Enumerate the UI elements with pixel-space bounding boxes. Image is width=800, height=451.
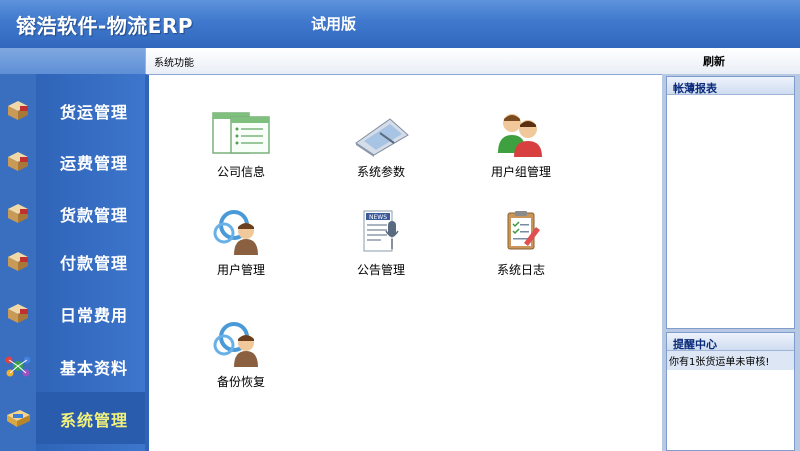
log-clipboard-icon: [507, 211, 540, 250]
sidebar-item-label: 日常费用: [60, 306, 129, 325]
sidebar-item-label: 系统管理: [60, 411, 129, 430]
company-info-button[interactable]: 公司信息: [191, 111, 291, 183]
reminder-title: 提醒中心: [667, 333, 794, 351]
box-icon: [8, 101, 28, 120]
box-icon: [8, 304, 28, 323]
user-management-button[interactable]: 用户管理: [191, 209, 291, 281]
app-title: 镕浩软件-物流ERP: [16, 14, 194, 38]
function-label: 系统参数: [356, 165, 405, 179]
box-icon: [8, 204, 28, 223]
reports-panel: 帐薄报表: [666, 76, 795, 329]
sidebar-item-payment-receivable[interactable]: 货款管理: [0, 187, 145, 239]
announcement-button[interactable]: NEWS 公告管理: [331, 209, 431, 281]
system-params-icon: [355, 118, 409, 157]
sidebar-item-label: 货款管理: [60, 206, 129, 225]
content-title-bar: 系统功能 刷新: [145, 48, 800, 74]
function-label: 系统日志: [496, 263, 545, 277]
edition-label: 试用版: [311, 15, 357, 33]
system-log-button[interactable]: 系统日志: [471, 209, 571, 281]
user-group-icon: [498, 114, 542, 157]
right-panel: 帐薄报表 提醒中心 你有1张货运单未审核!: [662, 74, 800, 451]
function-label: 备份恢复: [216, 375, 265, 389]
sidebar-item-label: 货运管理: [60, 103, 129, 122]
content-title: 系统功能: [154, 58, 194, 69]
sidebar-item-system-management[interactable]: 系统管理: [0, 392, 145, 444]
function-label: 公告管理: [356, 263, 405, 277]
backup-user-icon: [213, 322, 258, 367]
news-mic-icon: NEWS: [363, 210, 399, 252]
sidebar-item-freight[interactable]: 货运管理: [0, 84, 145, 136]
sidebar-top-strip: [0, 48, 145, 74]
sidebar-item-label: 运费管理: [60, 154, 129, 173]
backup-restore-button[interactable]: 备份恢复: [191, 321, 291, 393]
monitor-icon: [7, 410, 30, 427]
refresh-button[interactable]: 刷新: [703, 53, 725, 69]
network-icon: [5, 356, 31, 377]
reminder-panel: 提醒中心 你有1张货运单未审核!: [666, 332, 795, 451]
function-label: 公司信息: [216, 165, 265, 179]
user-icon: [213, 210, 258, 255]
svg-text:NEWS: NEWS: [369, 214, 387, 221]
sidebar-item-freight-fee[interactable]: 运费管理: [0, 135, 145, 187]
function-label: 用户组管理: [490, 165, 551, 179]
function-panel: 公司信息 系统参数 用户组管理 用户管理 NEWS 公告管理 系统日志 备份恢复: [145, 74, 662, 451]
box-icon: [8, 252, 28, 271]
user-group-button[interactable]: 用户组管理: [471, 111, 571, 183]
sidebar-item-payment[interactable]: 付款管理: [0, 235, 145, 287]
sidebar-item-daily-expenses[interactable]: 日常费用: [0, 287, 145, 339]
app-header: 镕浩软件-物流ERP 试用版: [0, 0, 800, 48]
reports-title: 帐薄报表: [667, 77, 794, 95]
sidebar-item-label: 基本资料: [60, 359, 129, 378]
system-params-button[interactable]: 系统参数: [331, 111, 431, 183]
company-info-icon: [212, 112, 270, 154]
sidebar-item-label: 付款管理: [60, 254, 129, 273]
sidebar-item-basic-data[interactable]: 基本资料: [0, 340, 145, 392]
box-icon: [8, 152, 28, 171]
reminder-notice[interactable]: 你有1张货运单未审核!: [667, 351, 794, 370]
sidebar: 货运管理 运费管理 货款管理 付款管理 日常费用 基本资料 系统管理: [0, 74, 145, 451]
function-label: 用户管理: [216, 263, 265, 277]
